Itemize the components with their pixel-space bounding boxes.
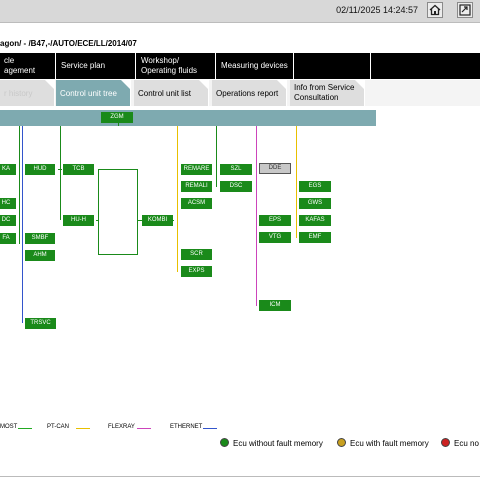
ecu-gws[interactable]: GWS <box>299 198 331 209</box>
datetime: 02/11/2025 14:24:57 <box>336 5 418 15</box>
k-can-line <box>216 126 217 187</box>
ecu-scr[interactable]: SCR <box>181 249 212 260</box>
main-menu: cle agement Service plan Workshop/Operati… <box>0 53 480 79</box>
tab-label: Consultation <box>294 93 339 102</box>
menu-empty[interactable] <box>295 53 371 79</box>
pt-can-line <box>177 126 178 272</box>
ethernet-line <box>22 126 23 323</box>
ecu-hu-h[interactable]: HU-H <box>63 215 94 226</box>
legend-label: Ecu no <box>454 439 479 448</box>
ecu-remare[interactable]: REMARE <box>181 164 212 175</box>
menu-workshop-operating-fluids[interactable]: Workshop/Operating fluids <box>137 53 216 79</box>
ecu-dc[interactable]: DC <box>0 215 16 226</box>
bottom-divider <box>0 476 480 477</box>
ecu-vtg[interactable]: VTG <box>259 232 291 243</box>
ecu-exps[interactable]: EXPS <box>181 266 212 277</box>
home-icon <box>429 4 441 16</box>
legend-label: Ecu without fault memory <box>233 439 323 448</box>
legend-most-label: MOST <box>0 424 18 430</box>
flexray-line <box>256 126 257 306</box>
tab-label: Info from Service <box>294 83 355 92</box>
menu-label: Measuring devices <box>221 61 288 70</box>
exit-icon <box>459 4 471 16</box>
ecu-eps[interactable]: EPS <box>259 215 291 226</box>
ecu-smbf[interactable]: SMBF <box>25 233 55 244</box>
legend-ethernet-label: ETHERNET <box>170 424 203 430</box>
menu-measuring-devices[interactable]: Measuring devices <box>217 53 294 79</box>
legend-label: Ecu with fault memory <box>350 439 429 448</box>
tab-label: Control unit list <box>138 89 191 98</box>
ecu-hud[interactable]: HUD <box>25 164 55 175</box>
menu-label: cle <box>4 56 15 65</box>
ecu-fa[interactable]: FA <box>0 233 16 244</box>
exit-button[interactable] <box>457 2 473 18</box>
legend-with-fault: Ecu with fault memory <box>337 438 429 448</box>
legend-ptcan-line <box>76 428 90 429</box>
menu-label: agement <box>4 66 36 75</box>
menu-label: Workshop/ <box>141 56 180 65</box>
menu-label: Operating fluids <box>141 66 198 75</box>
ecu-icm[interactable]: ICM <box>259 300 291 311</box>
tab-info-service-consultation[interactable]: Info from Service Consultation <box>290 80 365 106</box>
tab-history[interactable]: r history <box>0 80 55 106</box>
menu-service-plan[interactable]: Service plan <box>57 53 136 79</box>
legend-no-fault: Ecu without fault memory <box>220 438 323 448</box>
status-dot-icon <box>220 438 229 447</box>
ecu-dsc[interactable]: DSC <box>220 181 252 192</box>
legend-ptcan-label: PT-CAN <box>47 424 70 430</box>
ecu-emf[interactable]: EMF <box>299 232 331 243</box>
ecu-ka[interactable]: KA <box>0 164 16 175</box>
status-dot-icon <box>337 438 346 447</box>
legend-most-line <box>18 428 32 429</box>
tab-control-unit-tree[interactable]: Control unit tree <box>56 80 131 106</box>
status-dot-icon <box>441 438 450 447</box>
legend-no-communication: Ecu no <box>441 438 479 448</box>
ecu-acsm[interactable]: ACSM <box>181 198 212 209</box>
ecu-kombi[interactable]: KOMBI <box>142 215 173 226</box>
sub-tabs: r history Control unit tree Control unit… <box>0 80 480 106</box>
k-can-line <box>19 126 20 244</box>
gateway-bus <box>0 110 376 126</box>
tab-label: r history <box>4 89 33 98</box>
tab-control-unit-list[interactable]: Control unit list <box>134 80 209 106</box>
ecu-dde-selected[interactable]: DDE <box>259 163 291 174</box>
pt-can-line <box>296 126 297 238</box>
ecu-zgm[interactable]: ZGM <box>101 112 133 123</box>
ecu-kafas[interactable]: KAFAS <box>299 215 331 226</box>
ecu-tcb[interactable]: TCB <box>63 164 94 175</box>
ecu-trsvc[interactable]: TRSVC <box>25 318 56 329</box>
legend-flexray-label: FLEXRAY <box>108 424 135 430</box>
ecu-hc[interactable]: HC <box>0 198 16 209</box>
tab-label: Operations report <box>216 89 279 98</box>
ecu-szl[interactable]: SZL <box>220 164 252 175</box>
home-button[interactable] <box>427 2 443 18</box>
k-can-line <box>60 126 61 220</box>
ecu-remali[interactable]: REMALI <box>181 181 212 192</box>
menu-vehicle-management[interactable]: cle agement <box>0 53 56 79</box>
connector-line <box>58 169 62 170</box>
ecu-egs[interactable]: EGS <box>299 181 331 192</box>
tab-label: Control unit tree <box>60 89 117 98</box>
ecu-ahm[interactable]: AHM <box>25 250 55 261</box>
title-bar: 02/11/2025 14:24:57 <box>0 0 480 23</box>
legend-ethernet-line <box>203 428 217 429</box>
kombi-group-frame <box>98 169 138 255</box>
legend-flexray-line <box>137 428 151 429</box>
menu-label: Service plan <box>61 61 106 70</box>
vehicle-path: agon/ - /B47,-/AUTO/ECE/LL/2014/07 <box>0 39 137 48</box>
tab-operations-report[interactable]: Operations report <box>212 80 287 106</box>
